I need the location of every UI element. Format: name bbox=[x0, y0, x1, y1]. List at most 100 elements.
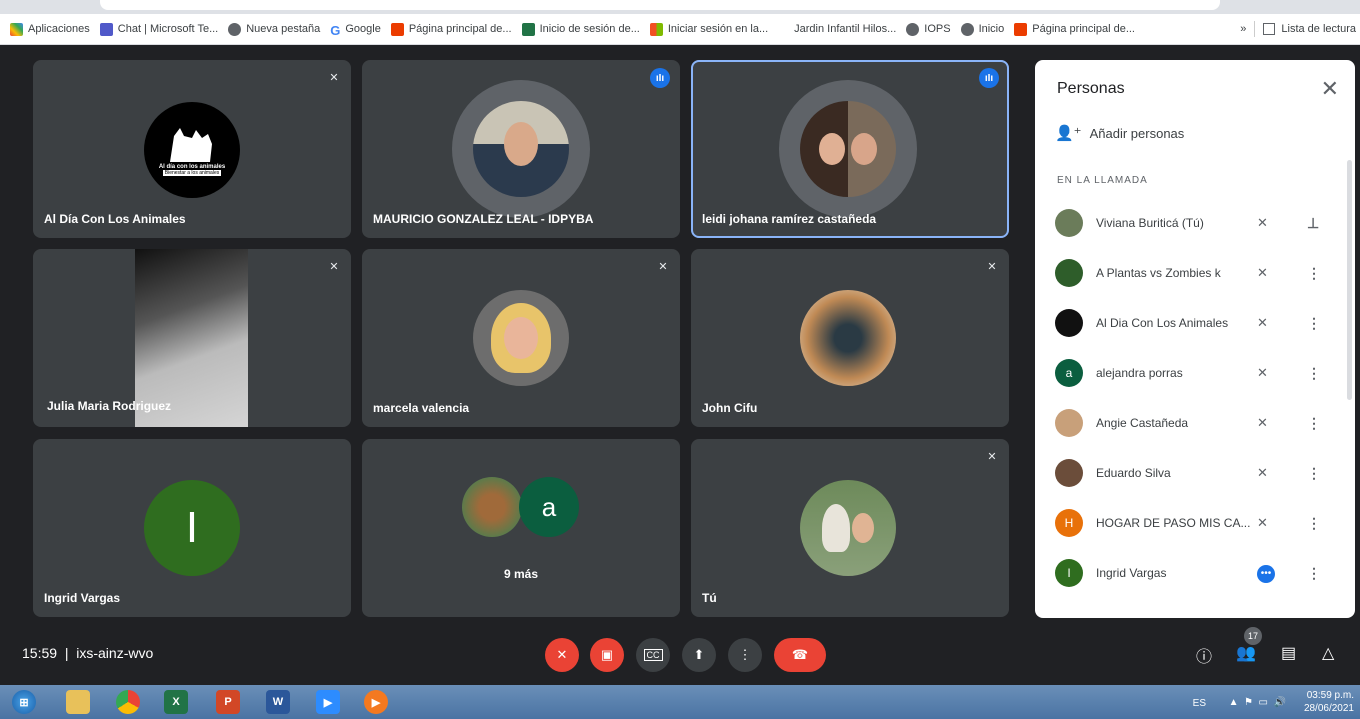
participant-tile[interactable]: ✕ John Cifu bbox=[691, 249, 1009, 427]
participant-tile[interactable]: ✕ Julia Maria Rodriguez bbox=[33, 249, 351, 427]
captions-button[interactable]: CC bbox=[636, 638, 670, 672]
powerpoint-icon[interactable]: P bbox=[216, 690, 240, 714]
camera-toggle-button[interactable]: ▣ bbox=[590, 638, 624, 672]
people-icon: 👥 bbox=[1236, 645, 1256, 662]
participant-name: MAURICIO GONZALEZ LEAL - IDPYBA bbox=[373, 212, 594, 226]
bookmark-teams[interactable]: Chat | Microsoft Te... bbox=[99, 22, 219, 36]
participant-tile-active[interactable]: ıIı leidi johana ramírez castañeda bbox=[691, 60, 1009, 238]
more-vert-icon[interactable]: ⋮ bbox=[1307, 465, 1321, 482]
mic-off-icon: ✕ bbox=[556, 647, 568, 662]
participant-tile[interactable]: ıIı MAURICIO GONZALEZ LEAL - IDPYBA bbox=[362, 60, 680, 238]
more-vert-icon[interactable]: ⋮ bbox=[1307, 515, 1321, 532]
reading-list-button[interactable]: Lista de lectura bbox=[1281, 23, 1356, 35]
info-icon[interactable]: ⓘ bbox=[1196, 643, 1212, 667]
bookmark-label: Página principal de... bbox=[408, 23, 512, 35]
people-count-badge: 17 bbox=[1244, 627, 1262, 645]
participant-row[interactable]: Viviana Buriticá (Tú) ✕ ⊥ bbox=[1035, 198, 1345, 248]
face-shape bbox=[851, 133, 877, 165]
mic-toggle-button[interactable]: ✕ bbox=[545, 638, 579, 672]
participant-name: Eduardo Silva bbox=[1096, 466, 1171, 480]
initial-avatar: I bbox=[144, 480, 240, 576]
more-bookmarks-button[interactable]: » bbox=[1240, 23, 1246, 35]
more-vert-icon[interactable]: ⋮ bbox=[1307, 315, 1321, 332]
windows-taskbar: ⊞ X P W ▶ ▶ ES ▲ ⚑ ▭ 🔊 03:59 p.m. 28/06/… bbox=[0, 685, 1360, 719]
more-participants-tile[interactable]: a 9 más bbox=[362, 439, 680, 617]
bookmark-iops[interactable]: IOPS bbox=[906, 22, 951, 36]
bookmark-inicio[interactable]: Inicio bbox=[960, 22, 1004, 36]
participant-tile[interactable]: ✕ Al día con los animales Bienestar a lo… bbox=[33, 60, 351, 238]
word-icon[interactable]: W bbox=[266, 690, 290, 714]
add-person-icon: 👤⁺ bbox=[1055, 125, 1082, 142]
more-vert-icon[interactable]: ⋮ bbox=[1307, 565, 1321, 582]
participant-name: John Cifu bbox=[702, 401, 758, 415]
participant-row[interactable]: Angie Castañeda ✕ ⋮ bbox=[1035, 398, 1345, 448]
more-vert-icon[interactable]: ⋮ bbox=[1307, 365, 1321, 382]
participant-row[interactable]: Eduardo Silva ✕ ⋮ bbox=[1035, 448, 1345, 498]
hair-shape bbox=[491, 303, 551, 373]
zoom-icon[interactable]: ▶ bbox=[316, 690, 340, 714]
participant-name: Viviana Buriticá (Tú) bbox=[1096, 216, 1204, 230]
participant-row[interactable]: I Ingrid Vargas ••• ⋮ bbox=[1035, 548, 1345, 598]
cat-dog-icon bbox=[170, 128, 212, 162]
bookmark-new-tab[interactable]: Nueva pestaña bbox=[228, 22, 320, 36]
participant-avatar bbox=[1055, 459, 1083, 487]
media-app-icon[interactable]: ▶ bbox=[364, 690, 388, 714]
language-indicator[interactable]: ES bbox=[1193, 697, 1206, 710]
apps-icon bbox=[10, 22, 23, 36]
office-icon bbox=[1014, 22, 1028, 36]
participant-row[interactable]: H HOGAR DE PASO MIS CA... ✕ ⋮ bbox=[1035, 498, 1345, 548]
avatar bbox=[462, 477, 522, 537]
bookmark-login[interactable]: Inicio de sesión de... bbox=[521, 22, 640, 36]
bookmark-label: Chat | Microsoft Te... bbox=[117, 23, 219, 35]
avatar bbox=[473, 101, 569, 197]
bookmark-apps[interactable]: Aplicaciones bbox=[10, 22, 90, 36]
self-tile[interactable]: ✕ Tú bbox=[691, 439, 1009, 617]
participant-tile[interactable]: I Ingrid Vargas bbox=[33, 439, 351, 617]
google-icon: G bbox=[330, 22, 341, 38]
participant-row[interactable]: a alejandra porras ✕ ⋮ bbox=[1035, 348, 1345, 398]
bookmark-jardin[interactable]: Jardin Infantil Hilos... bbox=[794, 23, 896, 35]
more-options-button[interactable]: ⋮ bbox=[728, 638, 762, 672]
present-button[interactable]: ⬆ bbox=[682, 638, 716, 672]
people-button[interactable]: 👥 17 bbox=[1236, 627, 1262, 663]
excel-icon[interactable]: X bbox=[164, 690, 188, 714]
mic-off-icon: ✕ bbox=[1257, 415, 1268, 430]
participant-name: Tú bbox=[702, 591, 717, 605]
mic-off-icon: ✕ bbox=[1257, 365, 1268, 380]
bookmark-google[interactable]: G Google bbox=[330, 22, 381, 38]
participant-avatar: H bbox=[1055, 509, 1083, 537]
mic-off-icon: ✕ bbox=[329, 260, 339, 273]
avatar bbox=[800, 480, 896, 576]
leave-call-button[interactable]: ☎ bbox=[774, 638, 826, 672]
mic-off-icon: ✕ bbox=[1257, 315, 1268, 330]
bookmark-microsoft[interactable]: Iniciar sesión en la... bbox=[649, 22, 768, 36]
more-count: 9 más bbox=[503, 567, 539, 581]
pin-icon[interactable]: ⊥ bbox=[1307, 215, 1319, 232]
file-explorer-icon[interactable] bbox=[66, 690, 90, 714]
participant-tile[interactable]: ✕ marcela valencia bbox=[362, 249, 680, 427]
taskbar-time: 03:59 p.m. bbox=[1306, 690, 1354, 701]
face-shape bbox=[504, 122, 538, 166]
address-bar[interactable] bbox=[100, 0, 1220, 10]
more-vert-icon: ⋮ bbox=[738, 647, 752, 662]
participant-row[interactable]: Al Dia Con Los Animales ✕ ⋮ bbox=[1035, 298, 1345, 348]
close-icon[interactable]: ✕ bbox=[1321, 76, 1339, 102]
start-button-icon[interactable]: ⊞ bbox=[12, 690, 36, 714]
bookmark-label: Google bbox=[345, 23, 381, 35]
participant-name: Al Día Con Los Animales bbox=[44, 212, 186, 226]
meeting-info: 15:59 | ixs-ainz-wvo bbox=[22, 645, 154, 661]
panel-scrollbar[interactable] bbox=[1347, 160, 1352, 400]
chrome-icon[interactable] bbox=[116, 690, 140, 714]
chat-icon[interactable]: ▤ bbox=[1281, 643, 1296, 663]
participant-avatar bbox=[1055, 259, 1083, 287]
activities-icon[interactable]: △ bbox=[1322, 643, 1334, 663]
participant-name: Ingrid Vargas bbox=[44, 591, 121, 605]
face-shape bbox=[504, 317, 538, 359]
add-people-button[interactable]: 👤⁺ Añadir personas bbox=[1055, 124, 1184, 142]
office-icon bbox=[390, 22, 404, 36]
more-vert-icon[interactable]: ⋮ bbox=[1307, 265, 1321, 282]
more-vert-icon[interactable]: ⋮ bbox=[1307, 415, 1321, 432]
bookmark-office-2[interactable]: Página principal de... bbox=[1014, 22, 1135, 36]
bookmark-office-1[interactable]: Página principal de... bbox=[390, 22, 512, 36]
participant-row[interactable]: A Plantas vs Zombies k ✕ ⋮ bbox=[1035, 248, 1345, 298]
